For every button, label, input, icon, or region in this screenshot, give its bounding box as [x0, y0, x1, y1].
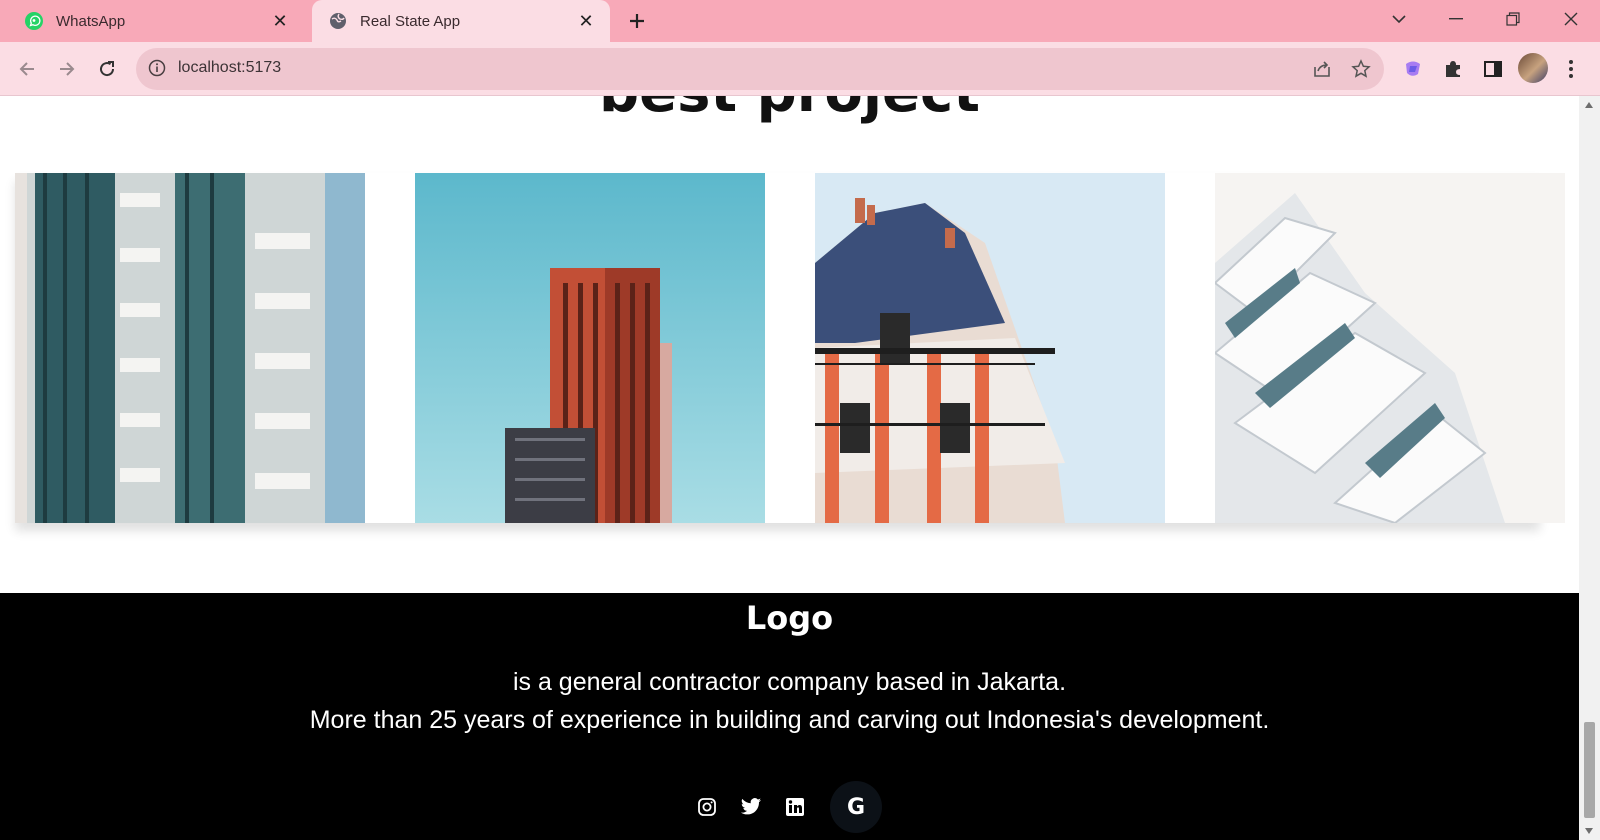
footer-description-line2: More than 25 years of experience in buil… — [309, 706, 1270, 734]
close-window-icon[interactable] — [1548, 0, 1594, 38]
scroll-up-arrow-icon[interactable] — [1585, 102, 1593, 108]
minimize-icon[interactable] — [1433, 0, 1479, 38]
tab-whatsapp[interactable]: WhatsApp ✕ — [8, 0, 304, 42]
reload-icon[interactable] — [92, 54, 122, 84]
site-info-icon[interactable] — [148, 59, 168, 79]
project-gallery — [15, 173, 1565, 523]
tab-title: Real State App — [360, 12, 461, 30]
side-panel-icon[interactable] — [1478, 54, 1508, 84]
scrollbar-thumb[interactable] — [1584, 722, 1595, 818]
globe-icon — [328, 11, 348, 31]
project-image — [815, 173, 1165, 523]
linkedin-icon[interactable] — [777, 789, 813, 825]
footer-description-line1: is a general contractor company based in… — [512, 668, 1067, 696]
restore-icon[interactable] — [1490, 0, 1536, 38]
whatsapp-icon — [24, 11, 44, 31]
close-tab-icon[interactable]: ✕ — [574, 9, 598, 33]
extension-app-icon[interactable] — [1398, 54, 1428, 84]
profile-avatar[interactable] — [1518, 53, 1548, 83]
project-card-parisian-building[interactable] — [815, 173, 1165, 523]
bookmark-star-icon[interactable] — [1350, 58, 1372, 80]
project-image — [15, 173, 365, 523]
extensions-puzzle-icon[interactable] — [1438, 54, 1468, 84]
google-icon[interactable]: G — [830, 781, 882, 833]
browser-toolbar: localhost:5173 — [0, 42, 1600, 96]
more-menu-icon[interactable] — [1556, 54, 1586, 84]
page-scrollbar[interactable] — [1579, 96, 1600, 840]
back-arrow-icon[interactable] — [12, 54, 42, 84]
footer-logo[interactable]: Logo — [0, 599, 1579, 637]
section-heading: best project — [0, 96, 1579, 125]
project-card-apartment-balconies[interactable] — [15, 173, 365, 523]
tab-real-state-app[interactable]: Real State App ✕ — [312, 0, 610, 42]
project-card-red-tower[interactable] — [415, 173, 765, 523]
tab-search-chevron-down-icon[interactable] — [1376, 0, 1422, 38]
forward-arrow-icon[interactable] — [52, 54, 82, 84]
share-icon[interactable] — [1311, 58, 1333, 80]
twitter-icon[interactable] — [733, 789, 769, 825]
project-image — [1215, 173, 1565, 523]
scroll-down-arrow-icon[interactable] — [1585, 828, 1593, 834]
url-text: localhost:5173 — [178, 59, 282, 76]
address-bar[interactable]: localhost:5173 — [136, 48, 1384, 90]
site-footer: Logo is a general contractor company bas… — [0, 593, 1579, 840]
instagram-icon[interactable] — [689, 789, 725, 825]
tab-title: WhatsApp — [56, 12, 126, 30]
page-viewport: best project — [0, 96, 1579, 840]
browser-tab-strip: WhatsApp ✕ Real State App ✕ — [0, 0, 1600, 42]
project-image — [415, 173, 765, 523]
close-tab-icon[interactable]: ✕ — [268, 9, 292, 33]
project-card-white-modern-building[interactable] — [1215, 173, 1565, 523]
new-tab-button[interactable] — [624, 8, 650, 34]
